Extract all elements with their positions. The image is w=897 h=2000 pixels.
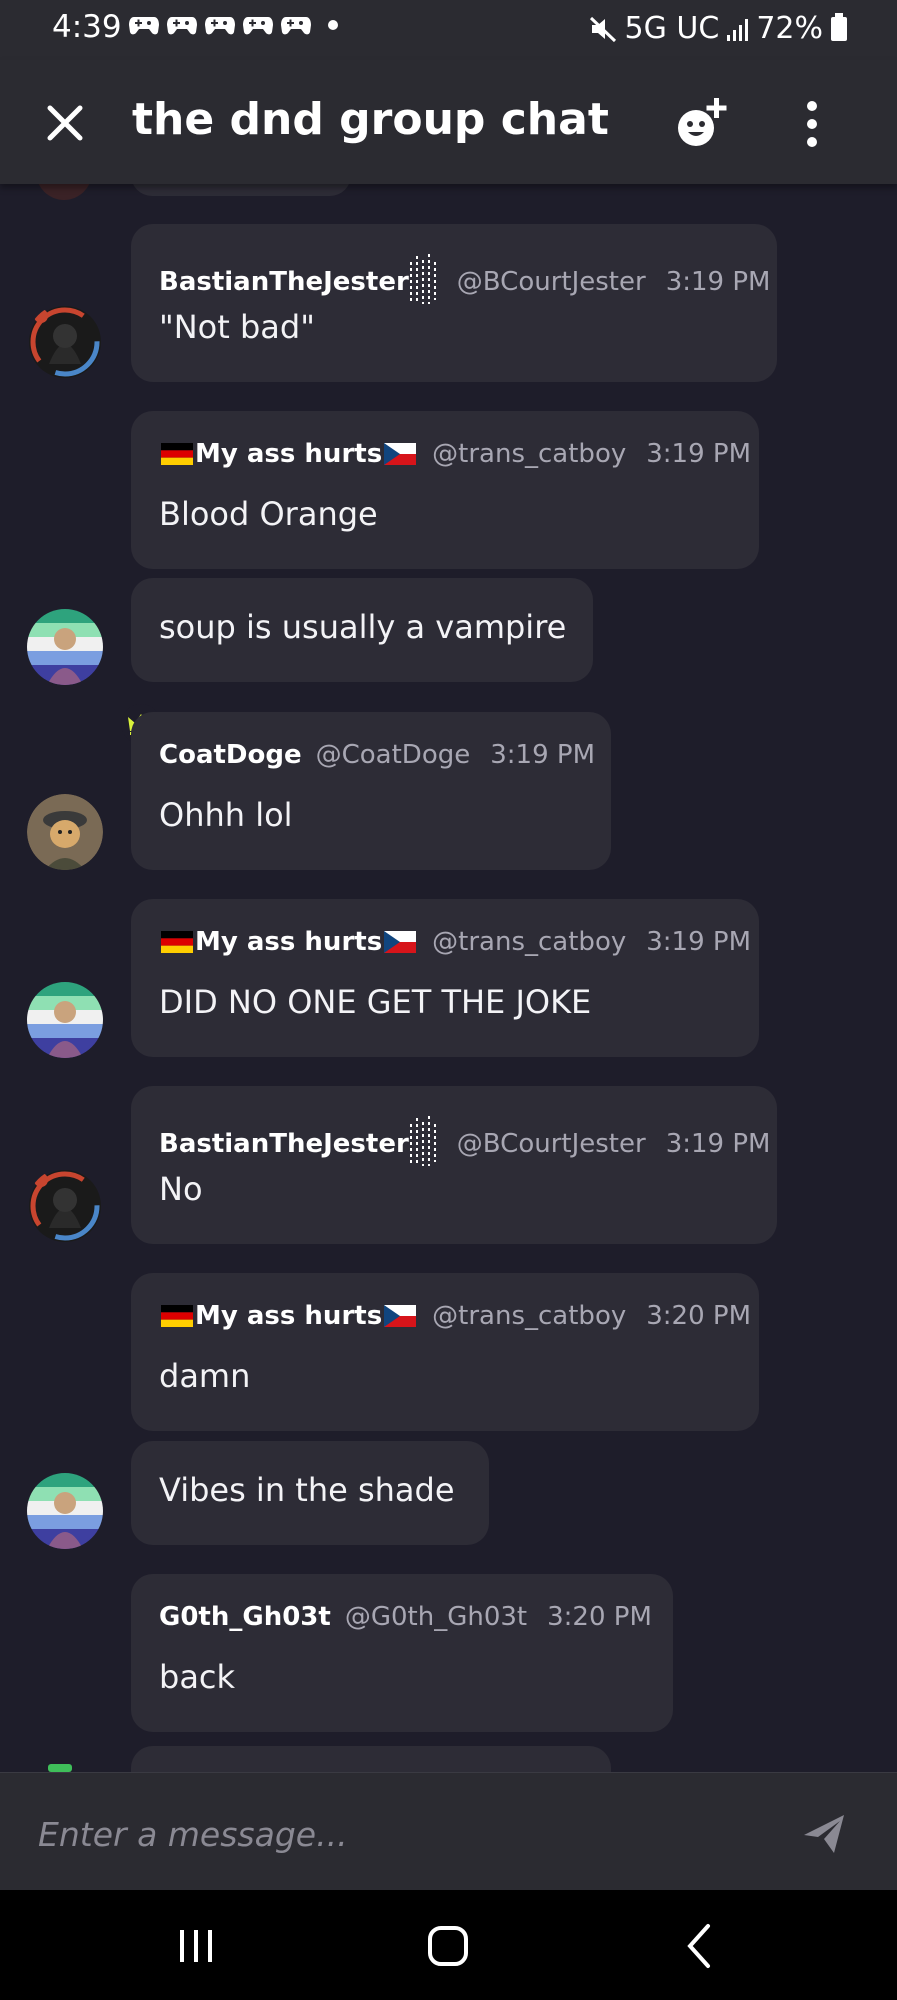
game-controller-icon [243,17,273,35]
message-author[interactable]: CoatDoge [159,740,302,770]
game-controller-icon [281,17,311,35]
message-header: BastianTheJester @BCourtJester 3:19 PM [159,1114,770,1174]
message-author[interactable]: BastianTheJester [159,267,409,297]
status-right: 5G UC 72% [589,11,847,46]
message-bubble-partial [131,184,351,196]
message-text: No [159,1170,203,1208]
composer [0,1772,897,1891]
czech-flag-icon [384,931,417,953]
message-text: DID NO ONE GET THE JOKE [159,983,592,1021]
message-bubble[interactable]: BastianTheJester @BCourtJester 3:19 PM N… [131,1086,777,1244]
avatar[interactable] [27,609,103,685]
battery-icon [831,12,847,41]
avatar[interactable] [27,1168,103,1244]
game-controller-icon [167,17,197,35]
avatar[interactable] [27,794,103,870]
message-handle: @BCourtJester [456,267,646,297]
germany-flag-icon [161,931,193,953]
message-bubble[interactable]: BastianTheJester @BCourtJester 3:19 PM "… [131,224,777,382]
message-list[interactable]: BastianTheJester @BCourtJester 3:19 PM "… [0,184,897,1772]
signal-icon [727,17,749,41]
message-handle: @trans_catboy [432,1301,627,1331]
message-header: My ass hurts @trans_catboy 3:19 PM [159,439,751,469]
notification-icons [128,14,338,36]
message-text: back [159,1658,236,1696]
avatar[interactable] [27,982,103,1058]
message-author[interactable]: BastianTheJester [159,1129,409,1159]
message-text: soup is usually a vampire [159,608,567,646]
message-author[interactable]: My ass hurts [195,439,382,469]
czech-flag-icon [384,1305,417,1327]
message-text: Ohhh lol [159,796,293,834]
close-icon[interactable] [40,98,90,148]
message-handle: @G0th_Gh03t [344,1602,528,1632]
message-bubble[interactable]: Vibes in the shade [131,1441,489,1545]
message-input[interactable] [36,1807,780,1861]
message-time: 3:19 PM [665,267,771,297]
more-notifications-dot [328,20,338,30]
game-controller-icon [205,17,235,35]
recents-icon[interactable] [166,1918,226,1974]
network-label: 5G UC [624,11,720,46]
message-time: 3:20 PM [547,1602,652,1632]
message-handle: @CoatDoge [315,740,471,770]
germany-flag-icon [161,1305,193,1327]
message-header: My ass hurts @trans_catboy 3:19 PM [159,927,751,957]
message-text: Vibes in the shade [159,1471,455,1509]
home-icon[interactable] [418,1918,478,1974]
message-time: 3:20 PM [646,1301,751,1331]
chat-title: the dnd group chat [132,94,609,145]
avatar [36,184,92,200]
message-time: 3:19 PM [490,740,595,770]
add-member-icon[interactable] [668,90,734,156]
message-header: My ass hurts @trans_catboy 3:20 PM [159,1301,751,1331]
message-bubble[interactable]: My ass hurts @trans_catboy 3:19 PM Blood… [131,411,759,569]
message-time: 3:19 PM [646,927,751,957]
message-bubble[interactable]: soup is usually a vampire [131,578,593,682]
message-time: 3:19 PM [646,439,751,469]
message-author[interactable]: My ass hurts [195,927,382,957]
glitch-text-decoration [409,1116,436,1166]
czech-flag-icon [384,443,417,465]
send-icon[interactable] [800,1809,848,1857]
message-handle: @BCourtJester [456,1129,646,1159]
message-bubble-partial [131,1746,611,1772]
avatar[interactable] [27,1473,103,1549]
battery-percent: 72% [756,11,823,46]
message-handle: @trans_catboy [432,439,627,469]
glitch-text-decoration [409,254,436,304]
message-header: BastianTheJester @BCourtJester 3:19 PM [159,252,770,312]
message-bubble[interactable]: My ass hurts @trans_catboy 3:20 PM damn [131,1273,759,1431]
message-text: damn [159,1357,251,1395]
avatar[interactable] [27,304,103,380]
message-text: "Not bad" [159,308,315,346]
message-author[interactable]: G0th_Gh03t [159,1602,331,1632]
message-bubble[interactable]: G0th_Gh03t @G0th_Gh03t 3:20 PM back [131,1574,673,1732]
chat-header: the dnd group chat [0,60,897,184]
message-text: Blood Orange [159,495,378,533]
germany-flag-icon [161,443,193,465]
more-vertical-icon[interactable] [792,96,832,152]
message-author[interactable]: My ass hurts [195,1301,382,1331]
back-icon[interactable] [670,1918,730,1974]
message-header: CoatDoge @CoatDoge 3:19 PM [159,740,595,770]
status-time: 4:39 [52,9,122,45]
avatar-partial [48,1764,72,1772]
game-controller-icon [129,17,159,35]
status-bar: 4:39 5G UC 72% [0,0,897,60]
message-header: G0th_Gh03t @G0th_Gh03t 3:20 PM [159,1602,652,1632]
message-time: 3:19 PM [665,1129,771,1159]
system-nav-bar [0,1890,897,2000]
message-handle: @trans_catboy [432,927,627,957]
message-bubble[interactable]: CoatDoge @CoatDoge 3:19 PM Ohhh lol [131,712,611,870]
message-bubble[interactable]: My ass hurts @trans_catboy 3:19 PM DID N… [131,899,759,1057]
mute-icon [589,16,616,42]
